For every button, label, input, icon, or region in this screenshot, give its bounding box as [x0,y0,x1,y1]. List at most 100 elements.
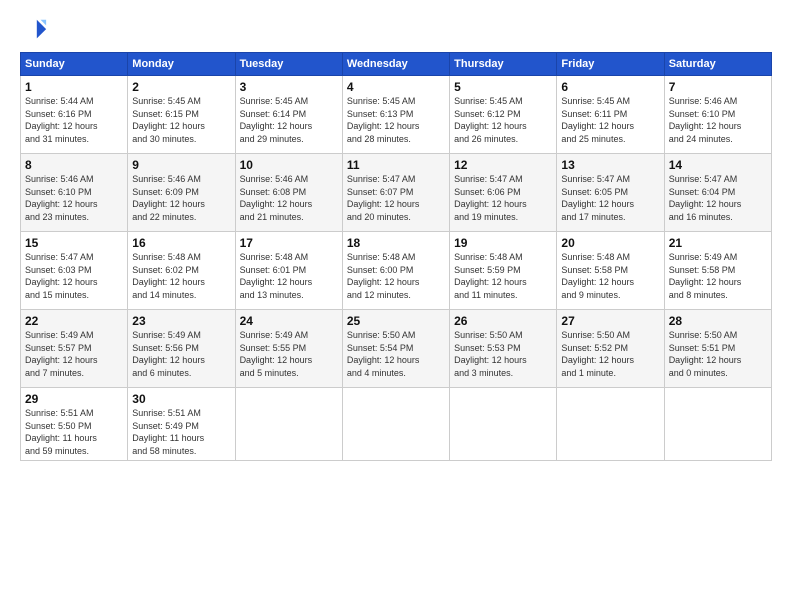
day-info: Sunrise: 5:45 AM Sunset: 6:15 PM Dayligh… [132,95,230,145]
day-cell: 6Sunrise: 5:45 AM Sunset: 6:11 PM Daylig… [557,76,664,154]
day-cell: 17Sunrise: 5:48 AM Sunset: 6:01 PM Dayli… [235,232,342,310]
day-info: Sunrise: 5:49 AM Sunset: 5:57 PM Dayligh… [25,329,123,379]
day-info: Sunrise: 5:47 AM Sunset: 6:07 PM Dayligh… [347,173,445,223]
day-number: 19 [454,236,552,250]
logo-icon [20,16,48,44]
day-info: Sunrise: 5:47 AM Sunset: 6:05 PM Dayligh… [561,173,659,223]
day-info: Sunrise: 5:50 AM Sunset: 5:52 PM Dayligh… [561,329,659,379]
day-info: Sunrise: 5:51 AM Sunset: 5:49 PM Dayligh… [132,407,230,457]
day-info: Sunrise: 5:48 AM Sunset: 6:02 PM Dayligh… [132,251,230,301]
day-number: 27 [561,314,659,328]
day-cell: 2Sunrise: 5:45 AM Sunset: 6:15 PM Daylig… [128,76,235,154]
day-number: 11 [347,158,445,172]
day-cell [664,388,771,461]
day-number: 28 [669,314,767,328]
day-number: 9 [132,158,230,172]
day-number: 24 [240,314,338,328]
day-cell [342,388,449,461]
day-info: Sunrise: 5:46 AM Sunset: 6:09 PM Dayligh… [132,173,230,223]
day-info: Sunrise: 5:48 AM Sunset: 6:01 PM Dayligh… [240,251,338,301]
day-number: 18 [347,236,445,250]
col-header-monday: Monday [128,53,235,76]
day-number: 1 [25,80,123,94]
col-header-wednesday: Wednesday [342,53,449,76]
day-number: 22 [25,314,123,328]
week-row-2: 8Sunrise: 5:46 AM Sunset: 6:10 PM Daylig… [21,154,772,232]
day-cell: 18Sunrise: 5:48 AM Sunset: 6:00 PM Dayli… [342,232,449,310]
day-info: Sunrise: 5:49 AM Sunset: 5:56 PM Dayligh… [132,329,230,379]
logo [20,16,52,44]
calendar-header-row: SundayMondayTuesdayWednesdayThursdayFrid… [21,53,772,76]
day-info: Sunrise: 5:46 AM Sunset: 6:08 PM Dayligh… [240,173,338,223]
day-cell: 25Sunrise: 5:50 AM Sunset: 5:54 PM Dayli… [342,310,449,388]
day-info: Sunrise: 5:45 AM Sunset: 6:14 PM Dayligh… [240,95,338,145]
day-cell: 4Sunrise: 5:45 AM Sunset: 6:13 PM Daylig… [342,76,449,154]
day-info: Sunrise: 5:50 AM Sunset: 5:54 PM Dayligh… [347,329,445,379]
day-cell: 27Sunrise: 5:50 AM Sunset: 5:52 PM Dayli… [557,310,664,388]
day-cell: 9Sunrise: 5:46 AM Sunset: 6:09 PM Daylig… [128,154,235,232]
day-number: 25 [347,314,445,328]
day-info: Sunrise: 5:50 AM Sunset: 5:51 PM Dayligh… [669,329,767,379]
day-cell: 29Sunrise: 5:51 AM Sunset: 5:50 PM Dayli… [21,388,128,461]
day-cell: 15Sunrise: 5:47 AM Sunset: 6:03 PM Dayli… [21,232,128,310]
day-cell: 28Sunrise: 5:50 AM Sunset: 5:51 PM Dayli… [664,310,771,388]
day-number: 13 [561,158,659,172]
day-number: 16 [132,236,230,250]
week-row-4: 22Sunrise: 5:49 AM Sunset: 5:57 PM Dayli… [21,310,772,388]
day-info: Sunrise: 5:49 AM Sunset: 5:58 PM Dayligh… [669,251,767,301]
day-number: 14 [669,158,767,172]
day-info: Sunrise: 5:48 AM Sunset: 5:58 PM Dayligh… [561,251,659,301]
day-info: Sunrise: 5:47 AM Sunset: 6:06 PM Dayligh… [454,173,552,223]
calendar-table: SundayMondayTuesdayWednesdayThursdayFrid… [20,52,772,461]
day-number: 15 [25,236,123,250]
day-info: Sunrise: 5:44 AM Sunset: 6:16 PM Dayligh… [25,95,123,145]
header-row [20,16,772,44]
day-cell: 19Sunrise: 5:48 AM Sunset: 5:59 PM Dayli… [450,232,557,310]
day-info: Sunrise: 5:46 AM Sunset: 6:10 PM Dayligh… [25,173,123,223]
day-cell: 5Sunrise: 5:45 AM Sunset: 6:12 PM Daylig… [450,76,557,154]
day-cell: 16Sunrise: 5:48 AM Sunset: 6:02 PM Dayli… [128,232,235,310]
day-cell: 11Sunrise: 5:47 AM Sunset: 6:07 PM Dayli… [342,154,449,232]
day-cell: 3Sunrise: 5:45 AM Sunset: 6:14 PM Daylig… [235,76,342,154]
day-info: Sunrise: 5:48 AM Sunset: 6:00 PM Dayligh… [347,251,445,301]
day-cell: 23Sunrise: 5:49 AM Sunset: 5:56 PM Dayli… [128,310,235,388]
day-info: Sunrise: 5:50 AM Sunset: 5:53 PM Dayligh… [454,329,552,379]
day-info: Sunrise: 5:45 AM Sunset: 6:13 PM Dayligh… [347,95,445,145]
day-number: 2 [132,80,230,94]
day-number: 6 [561,80,659,94]
day-number: 20 [561,236,659,250]
day-info: Sunrise: 5:45 AM Sunset: 6:12 PM Dayligh… [454,95,552,145]
day-number: 4 [347,80,445,94]
day-info: Sunrise: 5:45 AM Sunset: 6:11 PM Dayligh… [561,95,659,145]
day-cell [450,388,557,461]
day-number: 30 [132,392,230,406]
day-number: 26 [454,314,552,328]
day-number: 17 [240,236,338,250]
day-cell: 26Sunrise: 5:50 AM Sunset: 5:53 PM Dayli… [450,310,557,388]
day-cell: 30Sunrise: 5:51 AM Sunset: 5:49 PM Dayli… [128,388,235,461]
day-cell: 20Sunrise: 5:48 AM Sunset: 5:58 PM Dayli… [557,232,664,310]
week-row-1: 1Sunrise: 5:44 AM Sunset: 6:16 PM Daylig… [21,76,772,154]
day-number: 23 [132,314,230,328]
day-number: 5 [454,80,552,94]
day-cell: 7Sunrise: 5:46 AM Sunset: 6:10 PM Daylig… [664,76,771,154]
day-info: Sunrise: 5:51 AM Sunset: 5:50 PM Dayligh… [25,407,123,457]
day-cell: 24Sunrise: 5:49 AM Sunset: 5:55 PM Dayli… [235,310,342,388]
calendar-body: 1Sunrise: 5:44 AM Sunset: 6:16 PM Daylig… [21,76,772,461]
col-header-thursday: Thursday [450,53,557,76]
day-cell: 10Sunrise: 5:46 AM Sunset: 6:08 PM Dayli… [235,154,342,232]
day-number: 8 [25,158,123,172]
col-header-tuesday: Tuesday [235,53,342,76]
day-number: 29 [25,392,123,406]
day-cell: 8Sunrise: 5:46 AM Sunset: 6:10 PM Daylig… [21,154,128,232]
day-info: Sunrise: 5:49 AM Sunset: 5:55 PM Dayligh… [240,329,338,379]
week-row-3: 15Sunrise: 5:47 AM Sunset: 6:03 PM Dayli… [21,232,772,310]
day-cell: 22Sunrise: 5:49 AM Sunset: 5:57 PM Dayli… [21,310,128,388]
day-number: 21 [669,236,767,250]
day-number: 7 [669,80,767,94]
main-container: SundayMondayTuesdayWednesdayThursdayFrid… [0,0,792,471]
day-info: Sunrise: 5:48 AM Sunset: 5:59 PM Dayligh… [454,251,552,301]
day-number: 12 [454,158,552,172]
day-info: Sunrise: 5:47 AM Sunset: 6:04 PM Dayligh… [669,173,767,223]
day-cell: 21Sunrise: 5:49 AM Sunset: 5:58 PM Dayli… [664,232,771,310]
